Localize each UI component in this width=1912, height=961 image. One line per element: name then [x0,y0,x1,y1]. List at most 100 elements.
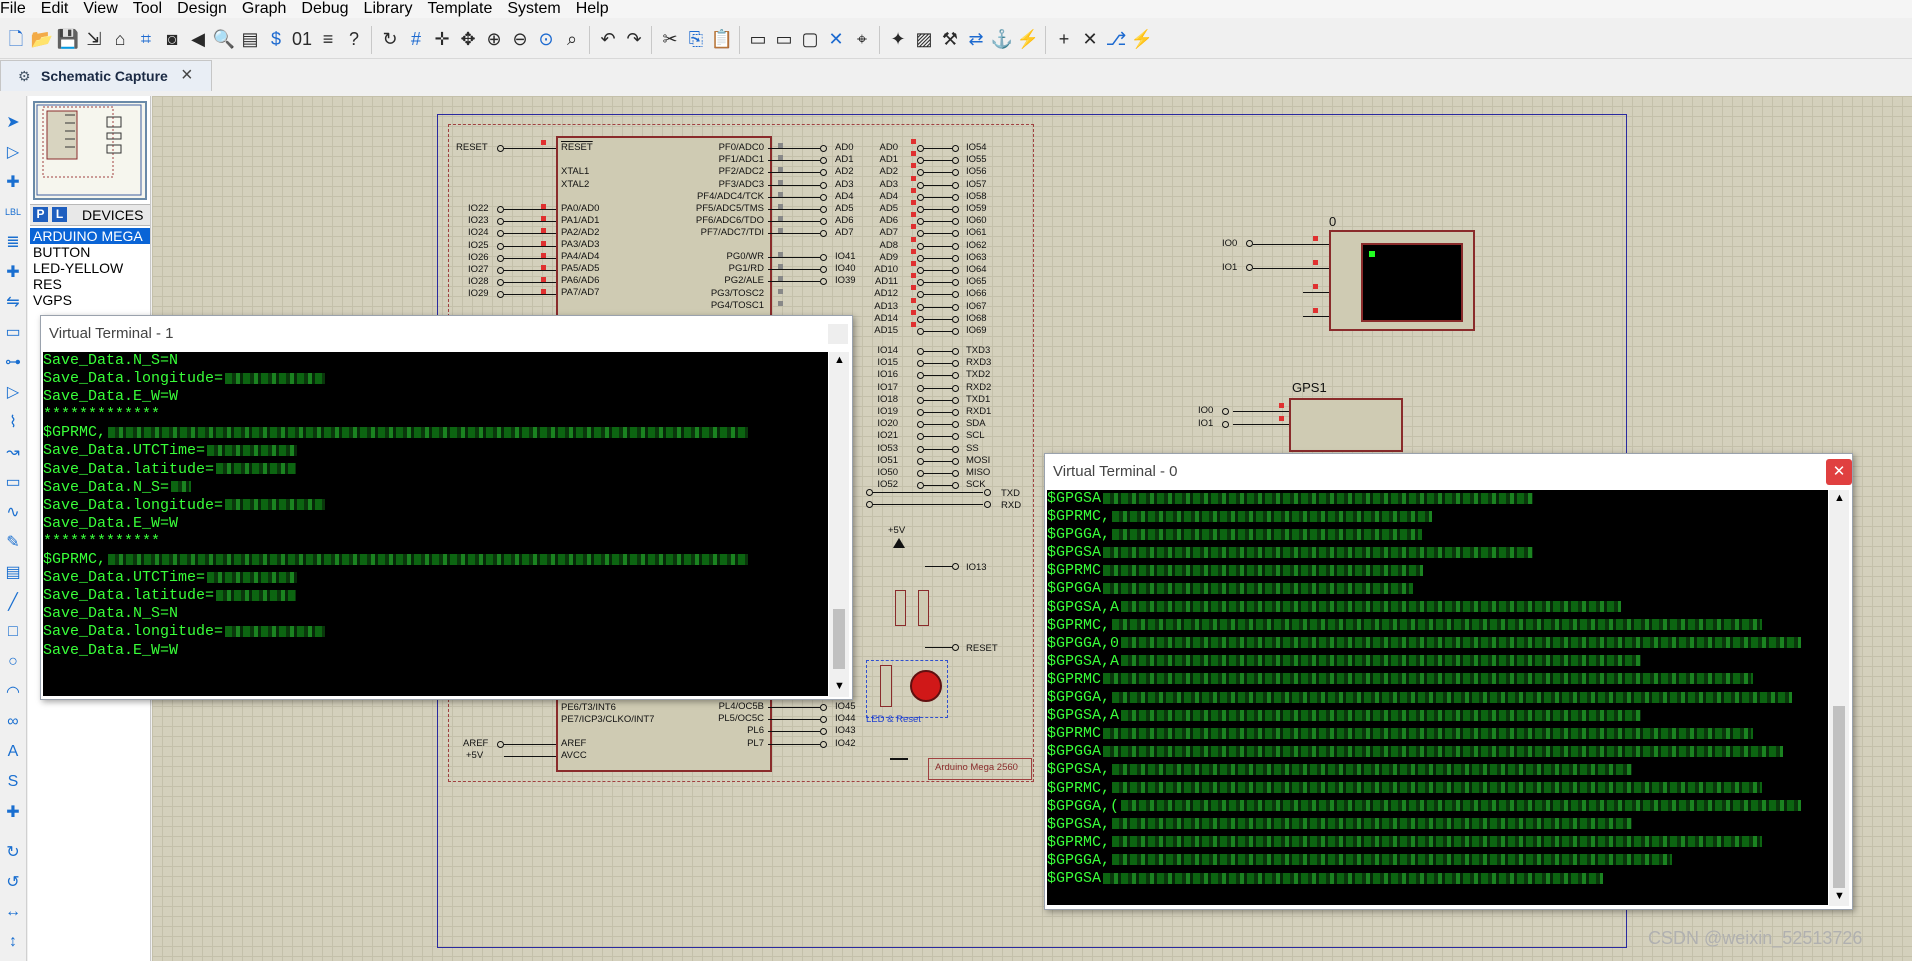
scroll-up-icon[interactable]: ▲ [1834,492,1845,504]
netlist-icon[interactable]: ⌗ [134,27,158,51]
terminal-0-close-button[interactable]: ✕ [1826,459,1852,485]
device-item[interactable]: VGPS [30,292,150,308]
open-folder-icon[interactable]: 📂 [30,27,54,51]
junction-icon[interactable]: ✚ [2,171,24,193]
zoom-all-icon[interactable]: ⊙ [534,27,558,51]
virtual-terminal-1-window[interactable]: Virtual Terminal - 1 Save_Data.N_S=N Save… [40,315,853,700]
menu-debug[interactable]: Debug [301,0,348,18]
2d-rect-icon[interactable]: □ [2,621,24,643]
chip-icon[interactable]: ◙ [160,27,184,51]
origin-icon[interactable]: ✛ [430,27,454,51]
bus-icon[interactable]: ✚ [2,261,24,283]
tab-schematic-capture[interactable]: ⚙ Schematic Capture × [0,60,212,91]
2d-box-icon[interactable]: ▤ [2,561,24,583]
zoom-search-icon[interactable]: 🔍 [212,27,236,51]
block-move-icon[interactable]: ▭ [772,27,796,51]
device-item[interactable]: ARDUINO MEGA [30,228,150,244]
2d-text-icon[interactable]: A [2,741,24,763]
overview-window[interactable] [33,101,147,200]
copy-icon[interactable]: ⎘ [684,27,708,51]
decompose-icon[interactable]: ⚒ [938,27,962,51]
mirror-x-icon[interactable]: ↔ [2,901,24,923]
block-delete-icon[interactable]: ✕ [824,27,848,51]
menu-design[interactable]: Design [177,0,227,18]
package-icon[interactable]: ▨ [912,27,936,51]
component-icon[interactable]: ▷ [2,141,24,163]
menu-system[interactable]: System [507,0,560,18]
menu-tool[interactable]: Tool [133,0,162,18]
zoom-in-icon[interactable]: ⊕ [482,27,506,51]
binary-icon[interactable]: 01 [290,27,314,51]
led-component[interactable] [910,670,942,702]
menu-template[interactable]: Template [427,0,492,18]
menu-file[interactable]: File [0,0,26,18]
cut-icon[interactable]: ✂ [658,27,682,51]
zoom-out-icon[interactable]: ⊖ [508,27,532,51]
sheet-nav-icon[interactable]: ⎇ [1104,27,1128,51]
wire-label-icon[interactable]: LBL [2,201,24,223]
undo-icon[interactable]: ↶ [596,27,620,51]
pan-icon[interactable]: ✥ [456,27,480,51]
terminal-0-scrollbar[interactable]: ▲ ▼ [1829,490,1849,906]
2d-marker-icon[interactable]: ✚ [2,801,24,823]
scroll-down-icon[interactable]: ▼ [834,680,845,692]
new-sheet-icon[interactable]: + [1052,27,1076,51]
make-device-icon[interactable]: ✦ [886,27,910,51]
help-icon[interactable]: ? [342,27,366,51]
import-icon[interactable]: ⇲ [82,27,106,51]
back-icon[interactable]: ◀ [186,27,210,51]
pick-devices-button[interactable]: P [33,207,48,222]
virtual-terminal-0-window[interactable]: Virtual Terminal - 0 ✕ $GPGSA $GPRMC, $GPG… [1044,453,1853,910]
2d-symbol-icon[interactable]: S [2,771,24,793]
grid-icon[interactable]: # [404,27,428,51]
subcircuit-icon[interactable]: ⇋ [2,291,24,313]
refresh-icon[interactable]: ↻ [378,27,402,51]
scroll-down-icon[interactable]: ▼ [1834,890,1845,902]
reset-button[interactable] [880,665,892,707]
script-icon[interactable]: ⚡ [1130,27,1154,51]
tape-icon[interactable]: ⌇ [2,411,24,433]
menu-view[interactable]: View [83,0,117,18]
pick-icon[interactable]: ⌖ [850,27,874,51]
device-pins-icon[interactable]: ⊶ [2,351,24,373]
new-file-icon[interactable]: 🗋 [4,27,28,51]
terminal-1-scroll-thumb[interactable] [833,609,845,669]
close-tab-icon[interactable]: × [181,64,193,87]
zoom-area-icon[interactable]: ⌕ [560,27,584,51]
redo-icon[interactable]: ↷ [622,27,646,51]
mirror-y-icon[interactable]: ↕ [2,931,24,953]
delete-sheet-icon[interactable]: ✕ [1078,27,1102,51]
doc-bom-icon[interactable]: ▤ [238,27,262,51]
terminal-1-close-icon[interactable] [828,324,848,344]
current-probe-icon[interactable]: ∿ [2,501,24,523]
2d-circle-icon[interactable]: ○ [2,651,24,673]
device-item[interactable]: BUTTON [30,244,150,260]
paste-icon[interactable]: 📋 [710,27,734,51]
generator-icon[interactable]: ↝ [2,441,24,463]
block-rotate-icon[interactable]: ▢ [798,27,822,51]
rotate-cw-icon[interactable]: ↻ [2,841,24,863]
property-icon[interactable]: ⚡ [1016,27,1040,51]
terminal-0-scroll-thumb[interactable] [1833,706,1845,888]
menu-edit[interactable]: Edit [41,0,69,18]
save-icon[interactable]: 💾 [56,27,80,51]
graph-icon[interactable]: ▷ [2,381,24,403]
selection-icon[interactable]: ➤ [2,111,24,133]
gps-module[interactable] [1289,398,1403,452]
2d-line-icon[interactable]: ╱ [2,591,24,613]
dollar-icon[interactable]: $ [264,27,288,51]
device-item[interactable]: RES [30,276,150,292]
list-icon[interactable]: ≡ [316,27,340,51]
library-manager-button[interactable]: L [52,207,67,222]
terminals-icon[interactable]: ▭ [2,321,24,343]
terminal-1-scrollbar[interactable]: ▲ ▼ [829,352,849,697]
device-item[interactable]: LED-YELLOW [30,260,150,276]
wire-autoroute-icon[interactable]: ⇄ [964,27,988,51]
menu-graph[interactable]: Graph [242,0,286,18]
voltage-probe-icon[interactable]: ▭ [2,471,24,493]
menu-library[interactable]: Library [364,0,413,18]
block-copy-icon[interactable]: ▭ [746,27,770,51]
search-icon[interactable]: ⚓ [990,27,1014,51]
rotate-ccw-icon[interactable]: ↺ [2,871,24,893]
menu-help[interactable]: Help [576,0,609,18]
